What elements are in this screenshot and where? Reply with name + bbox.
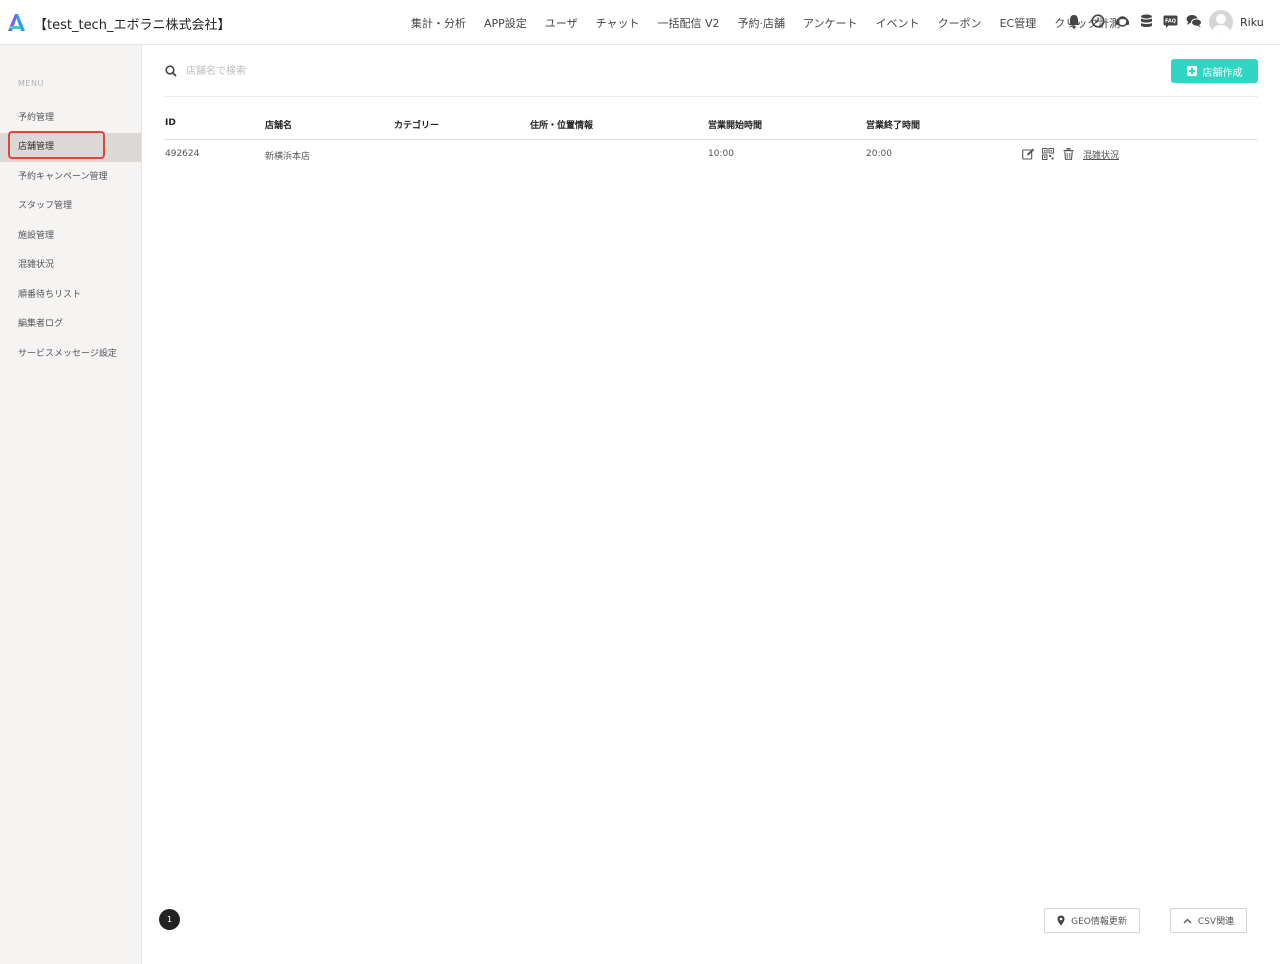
column-header-close-time: 営業終了時間 (866, 121, 921, 131)
sidebar-item-service-message[interactable]: サービスメッセージ設定 (0, 340, 141, 369)
cell-close-time: 20:00 (866, 149, 892, 159)
store-search-input[interactable] (186, 60, 686, 82)
csv-button[interactable]: CSV関連 (1170, 908, 1247, 933)
sidebar-item-waiting-list[interactable]: 順番待ちリスト (0, 281, 141, 310)
nav-app-settings[interactable]: APP設定 (484, 15, 527, 31)
nav-survey[interactable]: アンケート (803, 15, 858, 31)
column-header-address: 住所・位置情報 (530, 121, 594, 131)
search-icon (165, 65, 177, 77)
app-logo[interactable] (6, 12, 26, 32)
trash-icon[interactable] (1061, 147, 1075, 161)
sidebar-item-staff[interactable]: スタッフ管理 (0, 192, 141, 221)
edit-icon[interactable] (1021, 147, 1035, 161)
cell-store-name: 新横浜本店 (265, 152, 311, 162)
sidebar-item-facilities[interactable]: 施設管理 (0, 222, 141, 251)
pagination-page-1[interactable]: 1 (159, 909, 180, 930)
sidebar-item-reservations[interactable]: 予約管理 (0, 104, 141, 133)
sidebar-item-congestion[interactable]: 混雑状況 (0, 251, 141, 280)
qr-code-icon[interactable] (1041, 147, 1055, 161)
chat-icon[interactable] (1186, 13, 1202, 29)
nav-ec[interactable]: EC管理 (1000, 15, 1037, 31)
csv-label: CSV関連 (1197, 917, 1235, 927)
congestion-status-link[interactable]: 混雑状況 (1083, 148, 1119, 161)
geo-update-button[interactable]: GEO情報更新 (1044, 908, 1140, 933)
create-store-label: 店舗作成 (1202, 67, 1243, 79)
svg-text:FAQ: FAQ (1165, 18, 1176, 24)
nav-chat[interactable]: チャット (596, 15, 640, 31)
column-header-store-name: 店舗名 (265, 121, 293, 131)
nav-event[interactable]: イベント (876, 15, 920, 31)
plus-square-icon (1186, 66, 1197, 76)
nav-analytics[interactable]: 集計・分析 (411, 15, 466, 31)
nav-bulk-delivery[interactable]: 一括配信 V2 (657, 15, 719, 31)
nav-coupon[interactable]: クーポン (938, 15, 982, 31)
faq-icon[interactable]: FAQ (1162, 13, 1178, 29)
bell-icon[interactable] (1066, 13, 1082, 29)
nav-users[interactable]: ユーザ (545, 15, 578, 31)
menu-label: MENU (18, 79, 44, 88)
chevron-up-icon (1183, 918, 1192, 923)
sidebar-item-stores[interactable]: 店舗管理 (0, 133, 141, 162)
cell-open-time: 10:00 (708, 149, 734, 159)
row-actions: 混雑状況 (1021, 147, 1119, 161)
top-header: 【test_tech_エボラニ株式会社】 集計・分析 APP設定 ユーザ チャッ… (0, 0, 1280, 45)
support-icon[interactable] (1114, 13, 1130, 29)
cell-id: 492624 (165, 149, 200, 159)
database-icon[interactable] (1138, 13, 1154, 29)
nav-reservation-store[interactable]: 予約·店舗 (738, 15, 786, 31)
header-icons: FAQ (1066, 13, 1210, 29)
table-header-divider (164, 139, 1258, 140)
sidebar-item-reservation-campaigns[interactable]: 予約キャンペーン管理 (0, 163, 141, 192)
column-header-category: カテゴリー (394, 121, 440, 131)
column-header-open-time: 営業開始時間 (708, 121, 763, 131)
sidebar: MENU 予約管理 店舗管理 予約キャンペーン管理 スタッフ管理 施設管理 混雑… (0, 45, 142, 964)
sidebar-item-editor-log[interactable]: 編集者ログ (0, 310, 141, 339)
map-pin-icon (1057, 915, 1065, 926)
column-header-id: ID (165, 118, 176, 128)
geo-update-label: GEO情報更新 (1071, 917, 1127, 927)
avatar[interactable] (1209, 10, 1233, 34)
main-nav: 集計・分析 APP設定 ユーザ チャット 一括配信 V2 予約·店舗 アンケート… (411, 15, 1138, 31)
clock-icon[interactable] (1090, 13, 1106, 29)
username[interactable]: Riku (1240, 16, 1264, 29)
company-name: 【test_tech_エボラニ株式会社】 (34, 18, 231, 33)
create-store-button[interactable]: 店舗作成 (1171, 59, 1258, 83)
search-divider (164, 96, 1258, 97)
